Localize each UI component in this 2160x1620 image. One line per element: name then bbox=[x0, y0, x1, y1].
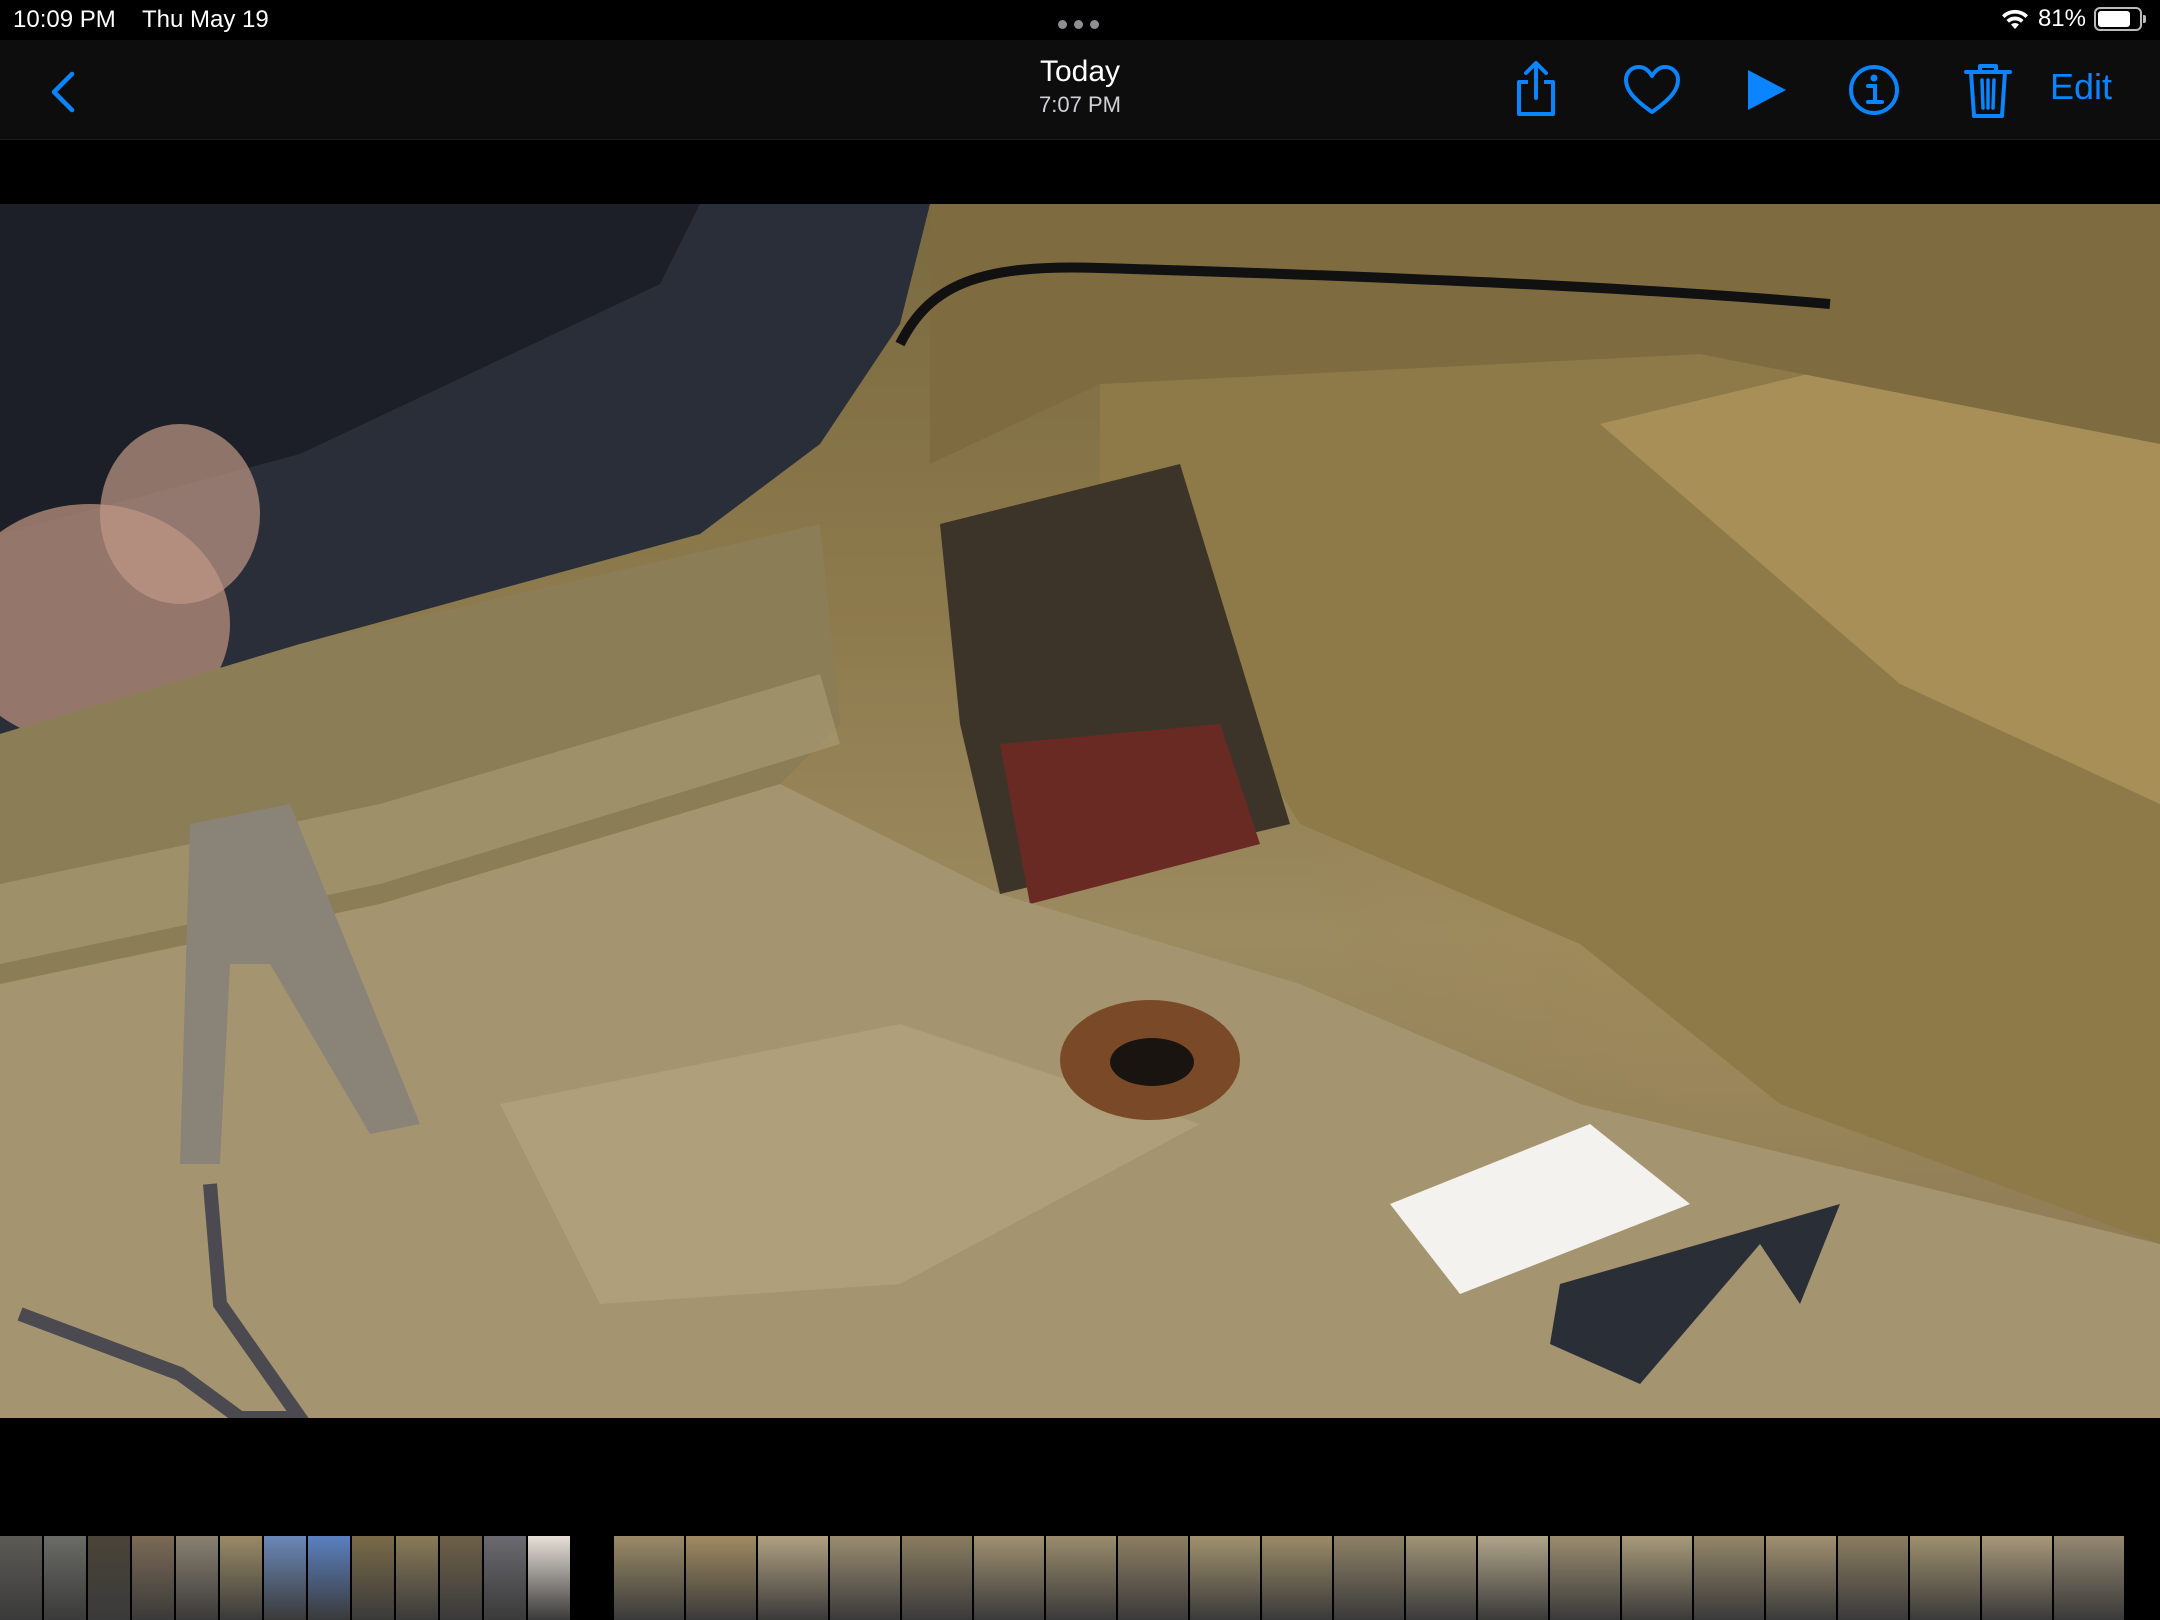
filmstrip-thumbnail[interactable] bbox=[1262, 1536, 1332, 1620]
filmstrip-thumbnail[interactable] bbox=[1550, 1536, 1620, 1620]
filmstrip-thumbnail[interactable] bbox=[1910, 1536, 1980, 1620]
filmstrip-thumbnail[interactable] bbox=[1838, 1536, 1908, 1620]
filmstrip-thumbnail[interactable] bbox=[440, 1536, 482, 1620]
status-bar: 10:09 PM Thu May 19 81% bbox=[0, 0, 2160, 40]
nav-subtitle: 7:07 PM bbox=[1039, 92, 1121, 117]
filmstrip-thumbnail[interactable] bbox=[902, 1536, 972, 1620]
filmstrip-thumbnail[interactable] bbox=[830, 1536, 900, 1620]
filmstrip-thumbnail[interactable] bbox=[352, 1536, 394, 1620]
filmstrip-thumbnail[interactable] bbox=[1694, 1536, 1764, 1620]
filmstrip-thumbnail[interactable] bbox=[396, 1536, 438, 1620]
filmstrip-thumbnail[interactable] bbox=[1334, 1536, 1404, 1620]
filmstrip-thumbnail[interactable] bbox=[1406, 1536, 1476, 1620]
status-date: Thu May 19 bbox=[142, 6, 269, 33]
filmstrip-thumbnail[interactable] bbox=[1982, 1536, 2052, 1620]
favorite-button[interactable] bbox=[1620, 58, 1684, 122]
back-button[interactable] bbox=[40, 64, 90, 120]
filmstrip[interactable] bbox=[0, 1530, 2160, 1620]
battery-level-fill bbox=[2098, 11, 2131, 27]
filmstrip-thumbnail[interactable] bbox=[484, 1536, 526, 1620]
trash-icon bbox=[1964, 64, 2012, 118]
filmstrip-thumbnail[interactable] bbox=[1190, 1536, 1260, 1620]
filmstrip-thumbnail[interactable] bbox=[44, 1536, 86, 1620]
status-right: 81% bbox=[2000, 5, 2146, 33]
nav-title: Today bbox=[1039, 55, 1121, 88]
chevron-left-icon bbox=[51, 71, 75, 113]
photo-scene-shapes bbox=[0, 204, 2160, 1418]
filmstrip-thumbnail[interactable] bbox=[572, 1536, 612, 1620]
filmstrip-thumbnail[interactable] bbox=[686, 1536, 756, 1620]
filmstrip-thumbnail[interactable] bbox=[308, 1536, 350, 1620]
filmstrip-thumbnail[interactable] bbox=[176, 1536, 218, 1620]
info-button[interactable] bbox=[1842, 58, 1906, 122]
filmstrip-thumbnail[interactable] bbox=[264, 1536, 306, 1620]
filmstrip-thumbnail[interactable] bbox=[1622, 1536, 1692, 1620]
filmstrip-thumbnail[interactable] bbox=[1046, 1536, 1116, 1620]
filmstrip-thumbnail[interactable] bbox=[132, 1536, 174, 1620]
battery-icon bbox=[2094, 7, 2146, 31]
play-icon bbox=[1748, 70, 1786, 110]
delete-button[interactable] bbox=[1956, 58, 2020, 122]
battery-percent: 81% bbox=[2037, 5, 2086, 32]
filmstrip-thumbnail[interactable] bbox=[1118, 1536, 1188, 1620]
photo-toolbar: Today 7:07 PM Edit bbox=[0, 40, 2160, 140]
wifi-icon bbox=[2001, 9, 2028, 29]
edit-button[interactable]: Edit bbox=[2050, 66, 2112, 108]
filmstrip-thumbnail[interactable] bbox=[758, 1536, 828, 1620]
share-icon bbox=[1517, 61, 1555, 116]
photos-app: 10:09 PM Thu May 19 81% Today 7:07 PM Ed… bbox=[0, 0, 2160, 1620]
filmstrip-thumbnail[interactable] bbox=[220, 1536, 262, 1620]
filmstrip-thumbnail[interactable] bbox=[1766, 1536, 1836, 1620]
multitask-dots-icon[interactable] bbox=[1058, 20, 1099, 29]
photo-image[interactable] bbox=[0, 204, 2160, 1418]
filmstrip-thumbnail[interactable] bbox=[614, 1536, 684, 1620]
filmstrip-thumbnail[interactable] bbox=[88, 1536, 130, 1620]
filmstrip-thumbnail[interactable] bbox=[974, 1536, 1044, 1620]
filmstrip-thumbnail[interactable] bbox=[2054, 1536, 2124, 1620]
play-button[interactable] bbox=[1734, 58, 1798, 122]
heart-icon bbox=[1624, 65, 1680, 114]
filmstrip-thumbnail[interactable] bbox=[528, 1536, 570, 1620]
filmstrip-thumbnail[interactable] bbox=[0, 1536, 42, 1620]
filmstrip-thumbnail[interactable] bbox=[1478, 1536, 1548, 1620]
share-button[interactable] bbox=[1504, 58, 1568, 122]
info-icon bbox=[1849, 65, 1899, 115]
photo-date-title: Today 7:07 PM bbox=[980, 54, 1180, 118]
status-time: 10:09 PM bbox=[13, 6, 116, 33]
